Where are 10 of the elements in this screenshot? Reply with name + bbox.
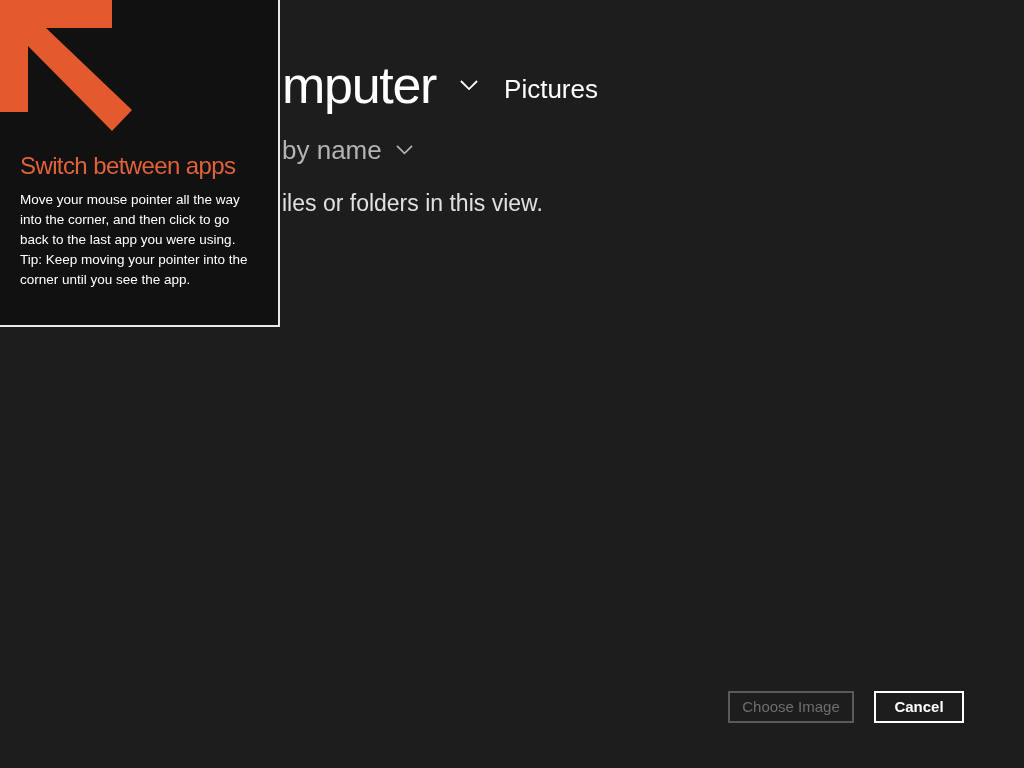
cancel-button[interactable]: Cancel [874, 691, 964, 723]
tip-text: Move your mouse pointer all the way into the corner, and then click to go back to the last app you were using. [20, 191, 241, 249]
empty-message: iles or folders in this view. [282, 189, 544, 218]
tip-title: Switch between apps [20, 151, 237, 181]
folder-label[interactable]: Pictures [504, 61, 598, 109]
chevron-down-icon [460, 79, 479, 91]
arrow-icon [0, 0, 134, 134]
chevron-down-icon [395, 145, 413, 155]
tip-text: Tip: Keep moving your pointer into the corner until you see the app. [20, 251, 249, 289]
sort-label[interactable]: by name [282, 130, 382, 170]
